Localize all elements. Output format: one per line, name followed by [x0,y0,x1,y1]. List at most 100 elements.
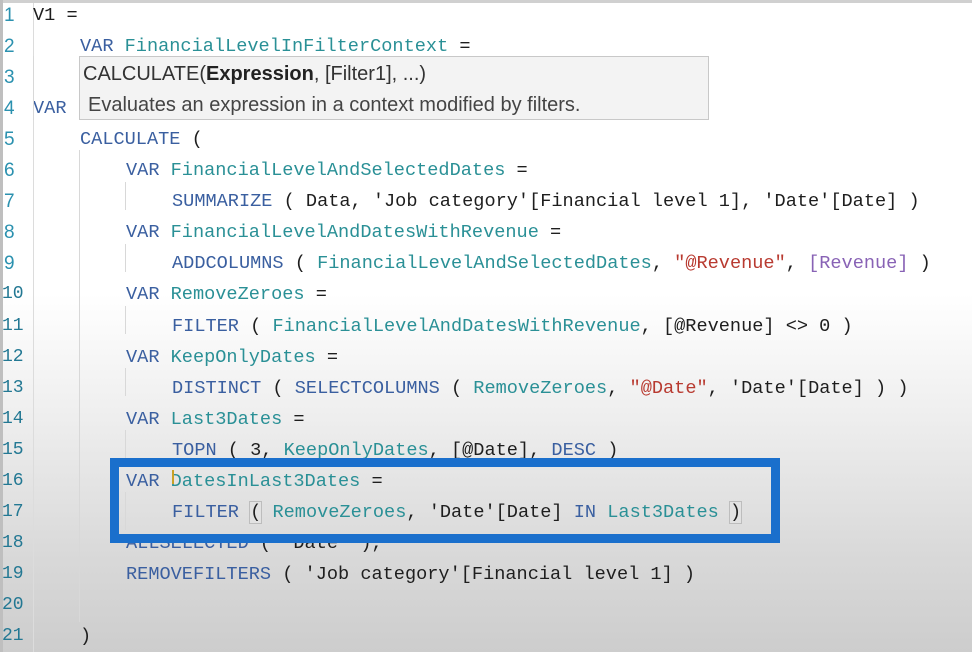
code-line[interactable]: 1 V1 = [0,0,972,31]
code-line[interactable]: 6 VAR FinancialLevelAndSelectedDates = [0,155,972,186]
text-cursor [172,470,174,484]
code-token: VAR [126,160,171,182]
line-number: 7 [4,191,15,213]
line-number: 6 [4,160,15,182]
code-token: ( 'Job category'[Financial level 1] ) [271,563,696,585]
code-token: = [448,36,471,58]
code-token: "@Revenue" [674,253,786,275]
code-token: = [282,408,305,430]
code-token: , [@Revenue] <> 0 ) [640,315,853,337]
line-number: 14 [2,408,24,429]
code-token: , [607,377,630,399]
line-number: 16 [2,470,24,491]
line-number: 3 [4,67,15,89]
code-token: FinancialLevelAndDatesWithRevenue [272,315,641,337]
code-token: ADDCOLUMNS [172,253,284,275]
code-token: SELECTCOLUMNS [294,377,440,399]
code-text: V1 = [33,0,78,31]
code-line[interactable]: 5 CALCULATE ( [0,124,972,155]
code-line[interactable]: 19 REMOVEFILTERS ( 'Job category'[Financi… [0,559,972,590]
line-number: 5 [4,129,15,151]
indent-guide [33,56,34,120]
line-number: 9 [4,253,15,275]
line-number: 18 [2,532,24,553]
code-text: ) [80,621,91,652]
line-number: 8 [4,222,15,244]
code-token: = [538,222,562,244]
code-token: ( [283,253,318,275]
function-signature-tooltip: CALCULATE(Expression, [Filter1], ...) Ev… [79,56,709,120]
code-text: VAR Last3Dates = [126,404,305,435]
code-token: , [785,253,809,275]
code-text: VAR FinancialLevelAndDatesWithRevenue = [126,217,561,248]
code-line[interactable]: 11 FILTER ( FinancialLevelAndDatesWithRev… [0,311,972,342]
line-number: 19 [2,563,24,584]
code-line[interactable]: 14 VAR Last3Dates = [0,404,972,435]
indent-guide [125,182,126,210]
code-token: VAR [126,346,171,368]
code-token: ( [238,315,273,337]
code-token: VAR [126,222,171,244]
code-token: DISTINCT [172,377,262,399]
code-line[interactable]: 20 [0,590,972,621]
code-token: FinancialLevelAndSelectedDates [317,253,652,275]
code-text: VAR [33,93,66,124]
code-line[interactable]: 9 ADDCOLUMNS ( FinancialLevelAndSelectedD… [0,248,972,279]
code-token: = [505,160,528,182]
code-line[interactable]: 21) [0,621,972,652]
code-token: ( Data, 'Job category'[Financial level 1… [272,191,920,213]
code-text: FILTER ( FinancialLevelAndDatesWithReven… [172,311,853,342]
code-token: ) [80,626,92,647]
code-token: VAR [80,36,125,58]
code-text: SUMMARIZE ( Data, 'Job category'[Financi… [172,186,920,217]
tooltip-current-parameter: Expression [206,63,314,85]
code-token: REMOVEFILTERS [126,563,272,585]
code-line[interactable]: 10 VAR RemoveZeroes = [0,279,972,310]
line-number: 17 [2,501,24,522]
annotation-highlight-box [110,458,780,543]
code-token: RemoveZeroes [473,377,608,399]
code-token: SUMMARIZE [172,191,273,213]
tooltip-remaining-parameters: , [Filter1], ...) [313,63,427,85]
code-text: DISTINCT ( SELECTCOLUMNS ( RemoveZeroes,… [172,373,909,404]
line-number: 20 [2,594,24,615]
code-token: = [304,284,327,306]
line-number: 1 [4,5,15,26]
code-line[interactable]: 8 VAR FinancialLevelAndDatesWithRevenue = [0,217,972,248]
code-text: ADDCOLUMNS ( FinancialLevelAndSelectedDa… [172,248,931,279]
code-token: KeepOnlyDates [170,346,316,368]
line-number: 21 [2,626,24,646]
code-line[interactable]: 12 VAR KeepOnlyDates = [0,342,972,373]
indent-guide [79,150,80,622]
code-token: ( [180,129,203,151]
code-token: , 'Date'[Date] ) ) [707,377,909,399]
code-token: = [315,346,339,368]
tooltip-signature: CALCULATE(Expression, [Filter1], ...) [83,61,426,87]
code-token: ) [908,253,931,275]
code-token: VAR [33,98,67,120]
indent-guide [125,306,126,334]
line-number: 12 [2,346,24,367]
indent-guide [125,244,126,272]
code-token: ( [439,377,474,399]
code-text: VAR FinancialLevelAndSelectedDates = [126,155,528,186]
line-number: 2 [4,36,15,58]
code-line[interactable]: 7 SUMMARIZE ( Data, 'Job category'[Financ… [0,186,972,217]
code-token: FILTER [172,315,239,337]
code-text: CALCULATE ( [80,124,203,155]
code-token: VAR [126,284,171,306]
code-token: FinancialLevelInFilterContext [124,36,449,58]
line-number: 4 [4,98,15,120]
line-number: 11 [2,315,24,336]
code-text: VAR KeepOnlyDates = [126,342,338,373]
code-token: CALCULATE [80,129,181,151]
code-token: V1 = [33,5,78,26]
code-line[interactable]: 13 DISTINCT ( SELECTCOLUMNS ( RemoveZeroe… [0,373,972,404]
tooltip-function-name: CALCULATE( [83,63,206,85]
code-token: RemoveZeroes [170,284,305,306]
indent-guide [125,430,126,458]
line-number: 15 [2,439,24,460]
code-token: FinancialLevelAndDatesWithRevenue [170,222,539,244]
indent-guide [125,368,126,396]
code-token: , [651,253,675,275]
